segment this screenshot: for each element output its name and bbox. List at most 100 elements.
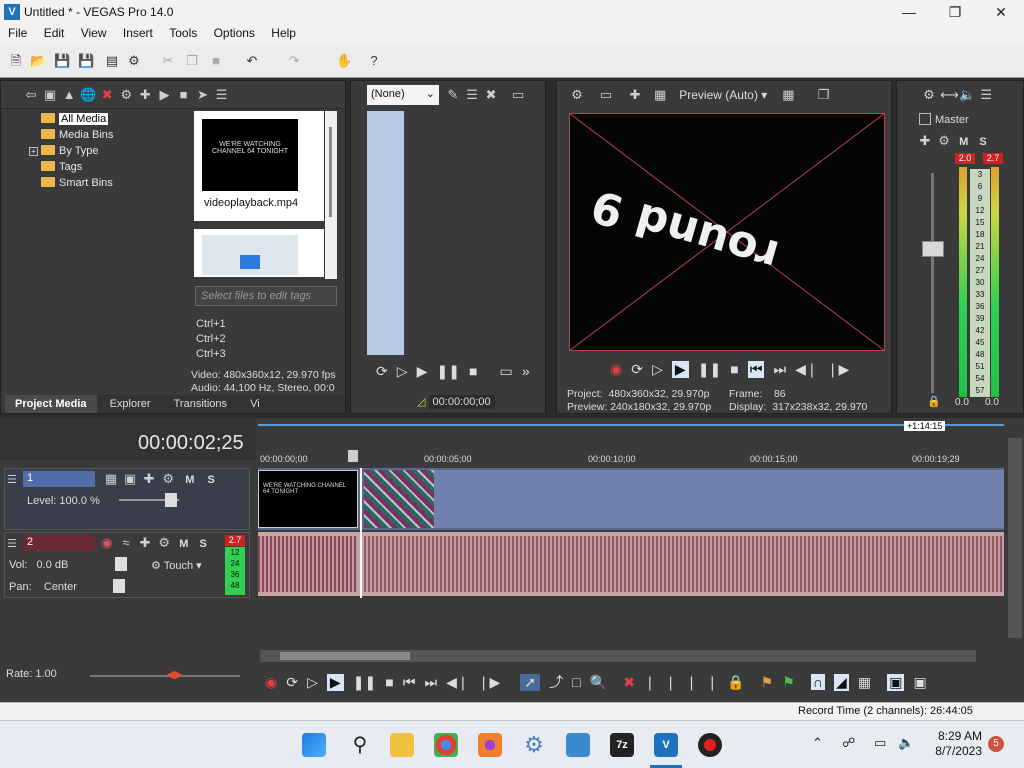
expand-icon[interactable]: +	[29, 147, 38, 156]
mixer-icon[interactable]: ☰	[978, 87, 994, 103]
peak-right[interactable]: 2.7	[983, 153, 1003, 164]
redo-icon[interactable]: ↷	[286, 53, 302, 69]
solo-button[interactable]: S	[979, 136, 986, 148]
timeline-vscrollbar[interactable]	[1008, 438, 1022, 638]
minimize-button[interactable]: —	[886, 0, 932, 24]
lock-icon[interactable]: 🔒	[927, 395, 941, 408]
video-track-lane[interactable]: WE'RE WATCHING CHANNEL 64 TONIGHT	[258, 468, 1004, 530]
record-icon[interactable]: ◉	[610, 361, 622, 378]
overlays-icon[interactable]: ▦	[780, 87, 796, 103]
video-event-3[interactable]	[434, 470, 1004, 528]
menu-insert[interactable]: Insert	[118, 24, 158, 40]
clock[interactable]: 8:29 AM 8/7/2023	[930, 729, 982, 759]
pan-slider[interactable]	[113, 579, 125, 593]
firefox-icon[interactable]	[478, 733, 502, 757]
settings-icon[interactable]: ⚙	[522, 733, 546, 757]
prev-frame-icon[interactable]: ◀❘	[795, 361, 818, 378]
media-thumbnail-card[interactable]: WE'RE WATCHING CHANNEL 64 TONIGHT videop…	[194, 111, 324, 221]
lock-event-icon[interactable]: 🔒	[727, 674, 744, 691]
record-icon[interactable]: ◉	[265, 674, 277, 691]
audio-event-1[interactable]	[258, 536, 358, 592]
invert-phase-icon[interactable]: ≈	[118, 535, 134, 551]
display-icon[interactable]: ▭	[874, 735, 886, 751]
peak-left[interactable]: 2.0	[955, 153, 975, 164]
video-event-1[interactable]: WE'RE WATCHING CHANNEL 64 TONIGHT	[258, 470, 358, 528]
network-icon[interactable]: ☍	[842, 735, 855, 751]
auto-crossfade-icon[interactable]: ◢	[834, 674, 849, 691]
play-from-start-icon[interactable]: ▷	[307, 674, 318, 691]
scroll-thumb[interactable]	[329, 127, 332, 217]
compositing-icon[interactable]: ▣	[122, 471, 138, 487]
level-slider[interactable]	[165, 493, 177, 507]
pause-icon[interactable]: ❚❚	[698, 361, 721, 378]
save-as-icon[interactable]: 💾	[78, 53, 94, 69]
fullscreen-icon[interactable]: ▭	[500, 363, 513, 380]
go-to-start-icon[interactable]: ⏮	[747, 361, 765, 378]
audio-track-header[interactable]: ☰ 2 ◉ ≈ ✚ ⚙ M S 2.7 12 24 36 48 Vol: 0.0 dB…	[4, 532, 250, 598]
get-media-icon[interactable]: ▲	[61, 87, 77, 103]
render-icon[interactable]: ▤	[104, 53, 120, 69]
volume-icon[interactable]: 🔈	[898, 735, 914, 751]
speaker-icon[interactable]: 🔈	[959, 87, 975, 103]
mute-button[interactable]: M	[959, 136, 968, 148]
snapping-icon[interactable]: ∩	[810, 674, 825, 690]
track-number[interactable]: 2	[23, 535, 95, 551]
zoom-tool-icon[interactable]: 🔍	[590, 674, 607, 691]
tree-item-smart-bins[interactable]: Smart Bins	[29, 175, 189, 191]
audio-event-2[interactable]	[364, 536, 1004, 592]
autopreview-icon[interactable]: ➤	[195, 87, 211, 103]
downmix-icon[interactable]: ⟷	[940, 87, 959, 103]
playhead-handle[interactable]	[348, 450, 358, 462]
prev-frame-icon[interactable]: ◀❘	[446, 674, 469, 691]
tree-item-by-type[interactable]: + By Type	[29, 143, 189, 159]
scroll-thumb[interactable]	[280, 652, 410, 660]
import-media-icon[interactable]: ⇦	[23, 87, 39, 103]
menu-help[interactable]: Help	[266, 24, 301, 40]
trimmer-select[interactable]: (None) ⌄	[367, 85, 439, 105]
clear-icon[interactable]: ✖	[483, 87, 499, 103]
tree-item-tags[interactable]: Tags	[29, 159, 189, 175]
go-to-end-icon[interactable]: ⏭	[774, 361, 787, 378]
track-2-solo[interactable]: S	[199, 538, 206, 550]
trim-end-icon[interactable]: ❘	[686, 674, 698, 691]
video-event-2[interactable]	[364, 470, 434, 528]
search-icon[interactable]: ⚲	[348, 733, 372, 757]
tab-explorer[interactable]: Explorer	[100, 395, 161, 413]
trim-icon[interactable]: ❘	[644, 674, 656, 691]
pause-icon[interactable]: ❚❚	[436, 363, 459, 380]
loop-icon[interactable]: ⟳	[286, 674, 298, 691]
master-fx-icon[interactable]: ⚙	[936, 133, 952, 149]
ripple-edit-icon[interactable]: ▦	[858, 674, 871, 691]
play-from-start-icon[interactable]: ▷	[397, 363, 408, 380]
rate-slider[interactable]: ◀▶	[166, 668, 183, 681]
paste-icon[interactable]: ■	[208, 53, 224, 69]
shortcut-3[interactable]: Ctrl+3	[196, 347, 226, 362]
play-from-start-icon[interactable]: ▷	[652, 361, 663, 378]
tree-item-media-bins[interactable]: Media Bins	[29, 127, 189, 143]
shortcut-1[interactable]: Ctrl+1	[196, 317, 226, 332]
properties-icon[interactable]: ⚙	[126, 53, 142, 69]
media-properties-icon[interactable]: ⚙	[118, 87, 134, 103]
menu-tools[interactable]: Tools	[164, 24, 202, 40]
stop-icon[interactable]: ■	[385, 674, 393, 690]
audio-fx-icon[interactable]: ⚙	[156, 535, 172, 551]
insert-marker-icon[interactable]: ⚑	[761, 674, 774, 691]
track-motion-icon[interactable]: ✚	[141, 471, 157, 487]
split-icon[interactable]: ❘	[706, 674, 718, 691]
next-frame-icon[interactable]: ❘▶	[827, 361, 850, 378]
split-screen-icon[interactable]: ✚	[627, 87, 643, 103]
next-frame-icon[interactable]: ❘▶	[478, 674, 501, 691]
menu-file[interactable]: File	[3, 24, 32, 40]
7zip-icon[interactable]: 7z	[610, 733, 634, 757]
chrome-icon[interactable]	[434, 733, 458, 757]
copy-to-timeline-icon[interactable]: ▭	[510, 87, 526, 103]
play-icon[interactable]: ▶	[326, 674, 344, 691]
track-peak[interactable]: 2.7	[225, 535, 245, 546]
notepad-icon[interactable]	[566, 733, 590, 757]
insert-region-icon[interactable]: ⚑	[782, 674, 795, 691]
preview-quality-dropdown[interactable]: Preview (Auto) ▾	[679, 88, 767, 102]
thumbnail-scrollbar[interactable]	[325, 111, 337, 279]
trimmer-properties-icon[interactable]: ☰	[464, 87, 480, 103]
envelope-tool-icon[interactable]: ⤴	[549, 672, 563, 692]
play-icon[interactable]: ▶	[671, 361, 689, 378]
